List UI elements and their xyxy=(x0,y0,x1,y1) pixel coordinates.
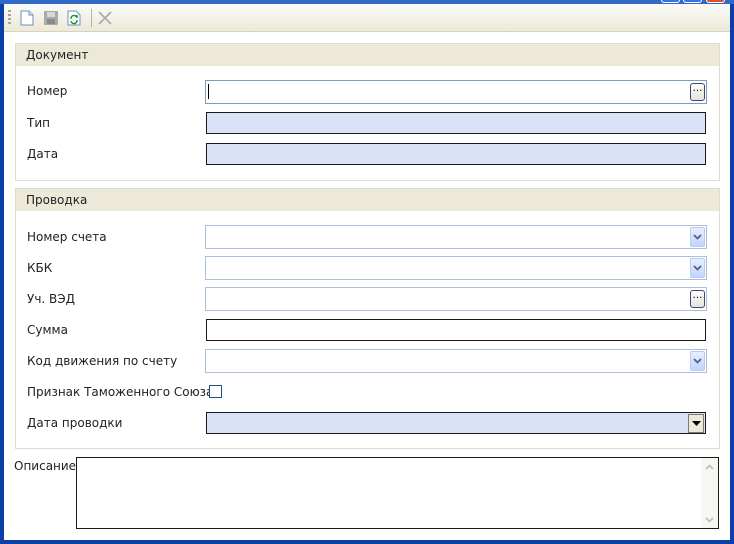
posting-date-picker[interactable] xyxy=(206,412,706,434)
text-caret xyxy=(208,84,209,99)
number-lookup-button[interactable]: … xyxy=(690,83,705,101)
account-combobox[interactable] xyxy=(205,225,707,249)
chevron-down-icon xyxy=(693,265,702,271)
ved-lookup-button[interactable]: … xyxy=(690,290,705,308)
toolbar-grip[interactable] xyxy=(8,10,11,26)
chevron-down-icon xyxy=(693,234,702,240)
movement-code-combobox[interactable] xyxy=(205,349,707,373)
type-field[interactable] xyxy=(206,112,706,134)
minimize-button[interactable] xyxy=(661,0,680,3)
amount-label: Сумма xyxy=(27,323,68,337)
movement-code-dropdown-button[interactable] xyxy=(690,351,705,371)
delete-button[interactable] xyxy=(94,7,116,29)
toolbar-separator xyxy=(91,9,92,27)
posting-date-label: Дата проводки xyxy=(27,416,123,430)
type-label: Тип xyxy=(27,116,50,130)
description-label: Описание xyxy=(14,459,77,473)
delete-icon xyxy=(98,11,112,25)
kbk-label: КБК xyxy=(27,261,53,275)
date-field[interactable] xyxy=(206,143,706,165)
chevron-up-icon xyxy=(705,463,714,470)
description-textarea[interactable] xyxy=(76,457,719,529)
date-label: Дата xyxy=(27,147,59,161)
toolbar xyxy=(4,4,730,32)
description-scrollbar[interactable] xyxy=(701,458,718,528)
refresh-icon xyxy=(67,10,81,26)
number-input[interactable]: … xyxy=(205,80,707,104)
close-window-button[interactable] xyxy=(706,0,725,3)
kbk-dropdown-button[interactable] xyxy=(690,258,705,278)
customs-union-label: Признак Таможенного Союза xyxy=(27,385,214,399)
new-document-icon xyxy=(20,10,34,26)
maximize-button[interactable] xyxy=(683,0,702,3)
chevron-down-icon xyxy=(705,516,714,523)
account-label: Номер счета xyxy=(27,230,107,244)
document-group-header: Документ xyxy=(16,44,719,66)
ved-label: Уч. ВЭД xyxy=(27,292,76,306)
save-icon xyxy=(44,11,58,25)
save-button[interactable] xyxy=(40,7,62,29)
customs-union-checkbox[interactable] xyxy=(209,385,222,398)
chevron-down-icon xyxy=(693,358,702,364)
dropdown-arrow-icon xyxy=(691,421,701,426)
amount-input[interactable] xyxy=(206,319,706,341)
posting-date-dropdown-button[interactable] xyxy=(688,414,704,433)
account-dropdown-button[interactable] xyxy=(690,227,705,247)
ved-input[interactable]: … xyxy=(205,287,707,311)
scroll-up-button[interactable] xyxy=(702,459,717,474)
movement-code-label: Код движения по счету xyxy=(27,354,178,368)
refresh-button[interactable] xyxy=(63,7,85,29)
number-label: Номер xyxy=(27,84,68,98)
kbk-combobox[interactable] xyxy=(205,256,707,280)
new-document-button[interactable] xyxy=(16,7,38,29)
scroll-down-button[interactable] xyxy=(702,512,717,527)
posting-group-header: Проводка xyxy=(16,189,719,211)
